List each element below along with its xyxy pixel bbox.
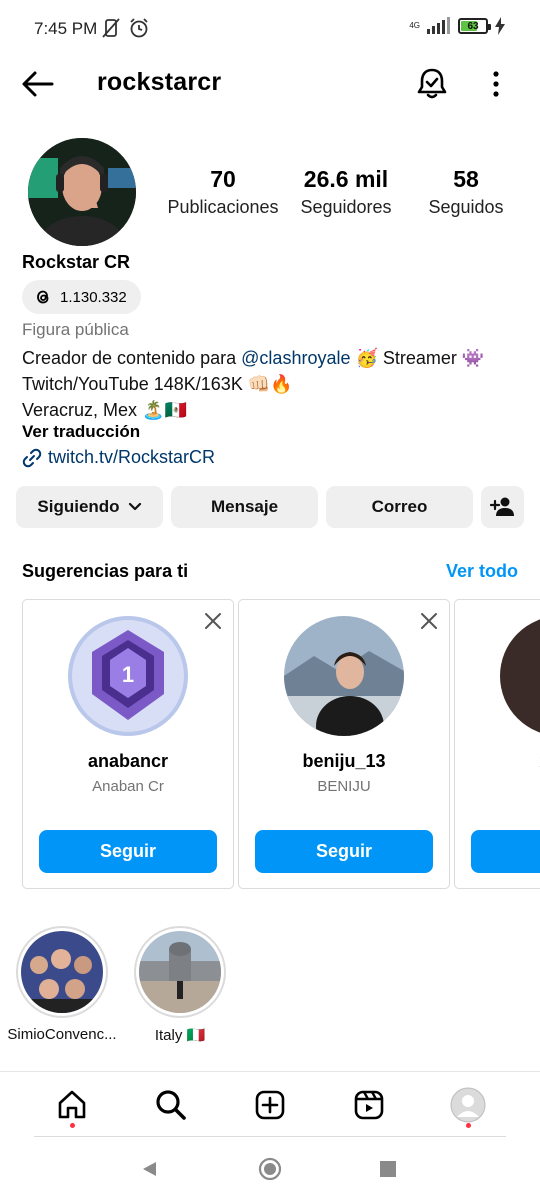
nav-reels[interactable] [342, 1078, 396, 1132]
highlight-label: Italy 🇮🇹 [154, 1027, 206, 1044]
search-icon [156, 1089, 186, 1120]
nav-home[interactable] [45, 1078, 99, 1132]
signal-icon [427, 17, 450, 34]
see-all-link[interactable]: Ver todo [446, 561, 518, 582]
stat-following[interactable]: 58 Seguidos [406, 166, 526, 218]
threads-count: 1.130.332 [60, 288, 127, 306]
bio-line-3: Veracruz, Mex 🏝️🇲🇽 [22, 400, 187, 420]
system-navigation [0, 1140, 540, 1200]
suggestion-username[interactable]: anabancr [23, 751, 233, 772]
suggestion-card[interactable]: beniju_13 BENIJU Seguir [238, 599, 450, 889]
following-label: Siguiendo [37, 497, 120, 516]
close-icon[interactable] [419, 611, 439, 631]
profile-full-name: Rockstar CR [22, 252, 131, 272]
mute-vibrate-icon [102, 18, 120, 38]
suggestion-username[interactable]: xdca [455, 751, 540, 772]
add-user-icon [489, 497, 514, 516]
alarm-icon [130, 18, 148, 38]
stat-label: Seguidores [300, 197, 392, 217]
chain-link-icon [22, 448, 42, 467]
story-highlight[interactable]: SimioConvenc... [2, 926, 122, 1043]
highlight-ring [134, 926, 226, 1018]
suggestions-carousel[interactable]: 1 anabancr Anaban Cr Seguir beniju_13 BE… [0, 599, 540, 891]
bottom-navigation [0, 1071, 540, 1137]
notification-dot [466, 1122, 472, 1128]
profile-category: Figura pública [22, 320, 129, 339]
profile-actions: Siguiendo Mensaje Correo [16, 486, 524, 528]
chevron-down-icon [128, 502, 141, 511]
suggestion-avatar[interactable]: 1 [68, 616, 188, 736]
suggestion-name: Anaban Cr [92, 778, 164, 795]
stat-label: Seguidos [428, 197, 504, 217]
stat-posts[interactable]: 70 Publicaciones [160, 166, 286, 218]
following-button[interactable]: Siguiendo [16, 486, 163, 528]
profile-bio: Creador de contenido para @clashroyale 🥳… [22, 345, 484, 423]
bio-line-1: Creador de contenido para @clashroyale 🥳… [22, 345, 484, 371]
suggestion-card[interactable]: 1 anabancr Anaban Cr Seguir [22, 599, 234, 889]
status-icons-left [100, 17, 150, 39]
charging-icon [495, 17, 505, 35]
home-circle-icon[interactable] [258, 1157, 282, 1181]
profile-avatar [450, 1087, 486, 1122]
story-highlight[interactable]: Italy 🇮🇹 [120, 926, 240, 1044]
bio-line-2: Twitch/YouTube 148K/163K 👊🏻🔥 [22, 374, 293, 394]
stat-followers[interactable]: 26.6 mil Seguidores [286, 166, 406, 218]
battery-icon: 63 [458, 18, 491, 34]
profile-website-link[interactable]: twitch.tv/RockstarCR [22, 447, 215, 468]
suggestion-avatar[interactable] [500, 616, 540, 736]
status-icons-right: 4G 63 [409, 17, 506, 35]
suggestion-username[interactable]: beniju_13 [239, 751, 449, 772]
bio-text: Creador de contenido para [22, 348, 242, 368]
back-triangle-icon[interactable] [140, 1160, 158, 1178]
highlight-cover [139, 931, 221, 1013]
stat-value: 58 [453, 166, 479, 192]
threads-badge[interactable]: 1.130.332 [22, 280, 141, 314]
follow-button[interactable]: S [471, 830, 540, 873]
suggestion-name: ca [455, 778, 540, 795]
message-button[interactable]: Mensaje [171, 486, 318, 528]
arrow-left-icon[interactable] [20, 68, 56, 100]
create-icon [255, 1090, 285, 1119]
follow-button[interactable]: Seguir [255, 830, 433, 873]
website-url: twitch.tv/RockstarCR [48, 447, 216, 467]
home-icon [58, 1090, 85, 1118]
reels-icon [354, 1090, 384, 1119]
status-time: 7:45 PM [34, 19, 98, 38]
nav-search[interactable] [144, 1078, 198, 1132]
nav-divider [34, 1136, 506, 1137]
bio-mention-link[interactable]: @clashroyale [241, 348, 350, 368]
suggestion-card[interactable]: xdca ca S [454, 599, 540, 889]
highlight-cover [21, 931, 103, 1013]
nav-profile[interactable] [441, 1078, 495, 1132]
profile-avatar[interactable] [28, 138, 136, 246]
close-icon[interactable] [203, 611, 223, 631]
bio-text: 🥳 Streamer 👾 [350, 348, 485, 368]
see-translation-link[interactable]: Ver traducción [22, 422, 140, 442]
vertical-dots-icon[interactable] [482, 68, 510, 100]
recents-square-icon[interactable] [380, 1161, 396, 1177]
stat-value: 26.6 mil [303, 166, 389, 192]
email-button[interactable]: Correo [326, 486, 473, 528]
suggestion-avatar[interactable] [284, 616, 404, 736]
header-username: rockstarcr [97, 68, 222, 96]
stat-value: 70 [210, 166, 236, 192]
highlight-ring [16, 926, 108, 1018]
suggestions-title: Sugerencias para ti [22, 561, 189, 581]
profile-stats: 70 Publicaciones 26.6 mil Seguidores 58 … [160, 166, 520, 218]
svg-text:1: 1 [122, 662, 134, 687]
suggestion-name: BENIJU [317, 778, 371, 795]
follow-button[interactable]: Seguir [39, 830, 217, 873]
add-user-button[interactable] [481, 486, 524, 528]
network-type: 4G [409, 21, 420, 30]
bell-check-icon[interactable] [414, 66, 450, 102]
highlight-label: SimioConvenc... [7, 1026, 117, 1043]
nav-create[interactable] [243, 1078, 297, 1132]
battery-level: 63 [467, 20, 479, 32]
threads-icon [37, 290, 49, 304]
status-bar: 7:45 PM 4G 63 [0, 0, 540, 58]
profile-header: rockstarcr [0, 58, 540, 110]
stat-label: Publicaciones [167, 197, 279, 217]
notification-dot [69, 1122, 75, 1128]
